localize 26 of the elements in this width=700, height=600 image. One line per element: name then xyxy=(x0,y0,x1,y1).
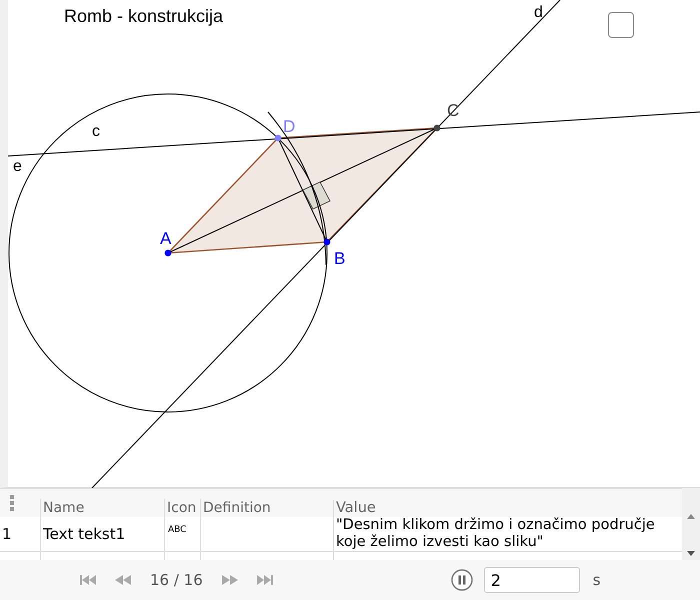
point-marker[interactable] xyxy=(164,250,172,256)
point-label: B xyxy=(334,249,346,268)
first-step-icon[interactable] xyxy=(80,575,96,585)
column-header: Definition xyxy=(200,499,333,517)
column-header: Icon xyxy=(164,499,200,517)
scroll-bar[interactable] xyxy=(682,488,700,560)
point-label: A xyxy=(160,229,172,248)
canvas-title: Romb - konstrukcija xyxy=(64,6,224,27)
column-header: Name xyxy=(40,499,164,517)
table-cell: Text tekst1 xyxy=(40,517,164,551)
object-label: e xyxy=(13,158,22,175)
last-step-icon[interactable] xyxy=(256,575,273,585)
previous-step-icon[interactable] xyxy=(115,575,131,585)
object-label: d xyxy=(534,4,543,21)
speed-field[interactable]: 2 xyxy=(484,567,580,593)
next-step-icon[interactable] xyxy=(222,575,238,585)
point-marker[interactable] xyxy=(324,238,330,246)
object-label: c xyxy=(92,123,100,140)
point-label: D xyxy=(283,117,296,136)
pause-icon[interactable] xyxy=(450,569,473,591)
checkbox[interactable] xyxy=(608,12,634,38)
point-marker[interactable] xyxy=(274,134,282,142)
step-counter: 16 / 16 xyxy=(150,571,203,589)
point-marker[interactable] xyxy=(434,124,440,132)
unit-label: s xyxy=(592,571,601,589)
row-number: 1 xyxy=(1,524,13,545)
